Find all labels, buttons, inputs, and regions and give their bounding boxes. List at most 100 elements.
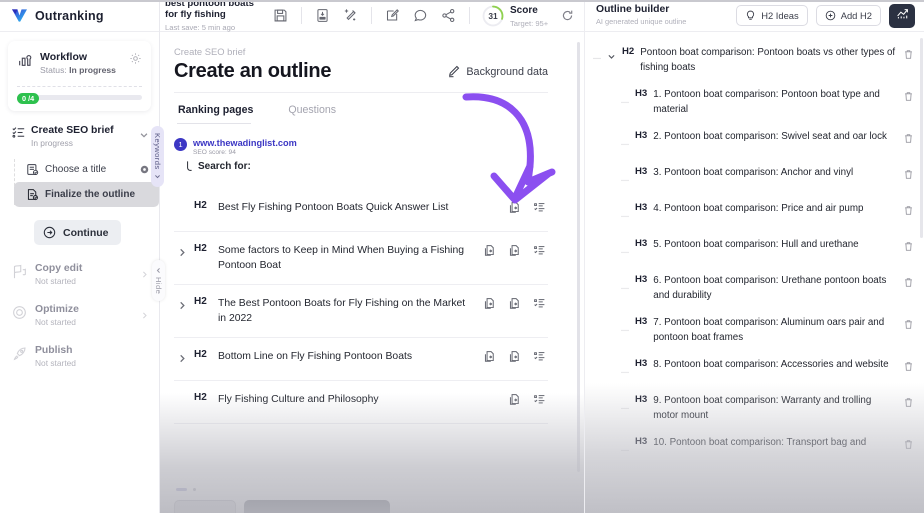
- outline-builder-row[interactable]: H3 6. Pontoon boat comparison: Urethane …: [589, 267, 920, 309]
- chevron-right-icon[interactable]: [178, 298, 187, 316]
- copy-to-outline-icon[interactable]: [508, 350, 521, 363]
- outline-builder-list: H2 Pontoon boat comparison: Pontoon boat…: [585, 32, 924, 513]
- share-icon[interactable]: [441, 8, 456, 23]
- outline-list-icon[interactable]: [533, 297, 546, 310]
- refresh-icon[interactable]: [561, 9, 574, 22]
- substep-list: Choose a title Finalize the outline Cont…: [12, 157, 159, 245]
- delete-icon[interactable]: [903, 437, 914, 455]
- delete-icon[interactable]: [903, 47, 914, 65]
- edit-note-icon[interactable]: [385, 8, 400, 23]
- outline-builder-scrollbar[interactable]: [920, 38, 923, 238]
- chevron-right-icon[interactable]: [178, 245, 187, 263]
- drag-handle-icon[interactable]: [621, 363, 629, 381]
- add-h2-button[interactable]: Add H2: [815, 5, 881, 26]
- drag-handle-icon[interactable]: [621, 135, 629, 153]
- heading-text: 7. Pontoon boat comparison: Aluminum oar…: [653, 317, 885, 343]
- outline-list-icon[interactable]: [533, 244, 546, 257]
- outline-builder-row[interactable]: H3 2. Pontoon boat comparison: Swivel se…: [589, 123, 920, 159]
- outline-builder-row[interactable]: H3 4. Pontoon boat comparison: Price and…: [589, 195, 920, 231]
- substep-label: Choose a title: [45, 164, 107, 175]
- step-header[interactable]: Create SEO brief In progress: [12, 125, 159, 148]
- drag-handle-icon[interactable]: [593, 49, 601, 67]
- copy-to-outline-icon[interactable]: [508, 297, 521, 310]
- drag-handle-icon[interactable]: [621, 279, 629, 297]
- gear-icon[interactable]: [129, 52, 142, 65]
- substep-choose-a-title[interactable]: Choose a title: [14, 157, 159, 182]
- outline-builder-row[interactable]: H3 7. Pontoon boat comparison: Aluminum …: [589, 309, 920, 351]
- window-chrome-bar: [0, 0, 924, 2]
- stage-copy-edit[interactable]: Copy edit Not started: [0, 263, 159, 286]
- insert-doc-icon[interactable]: [483, 244, 496, 257]
- delete-icon[interactable]: [903, 359, 914, 377]
- outline-builder-row[interactable]: H3 8. Pontoon boat comparison: Accessori…: [589, 351, 920, 387]
- delete-icon[interactable]: [903, 275, 914, 293]
- delete-icon[interactable]: [903, 131, 914, 149]
- insert-doc-icon[interactable]: [483, 350, 496, 363]
- delete-icon[interactable]: [903, 317, 914, 335]
- ai-wand-icon[interactable]: [343, 8, 358, 23]
- drag-handle-icon[interactable]: [621, 441, 629, 459]
- outranking-logo-icon: [11, 8, 28, 23]
- stage-publish[interactable]: Publish Not started: [0, 345, 159, 368]
- row-actions: [483, 201, 546, 214]
- delete-icon[interactable]: [903, 203, 914, 221]
- hide-panel-tab[interactable]: Hide: [152, 260, 165, 302]
- chevron-right-icon[interactable]: [140, 307, 149, 319]
- outline-row[interactable]: H2 Fly Fishing Culture and Philosophy: [174, 381, 548, 424]
- outline-list-icon[interactable]: [533, 393, 546, 406]
- drag-handle-icon[interactable]: [621, 399, 629, 417]
- analytics-button[interactable]: [889, 3, 915, 28]
- delete-icon[interactable]: [903, 239, 914, 257]
- delete-icon[interactable]: [903, 89, 914, 107]
- brand-header[interactable]: Outranking: [0, 0, 159, 32]
- stage-optimize[interactable]: Optimize Not started: [0, 304, 159, 327]
- chevron-right-icon[interactable]: [178, 351, 187, 369]
- substep-finalize-the-outline[interactable]: Finalize the outline: [14, 182, 159, 207]
- outline-builder-row[interactable]: H3 9. Pontoon boat comparison: Warranty …: [589, 387, 920, 429]
- workflow-divider: [17, 86, 142, 87]
- outline-builder-row[interactable]: H3 5. Pontoon boat comparison: Hull and …: [589, 231, 920, 267]
- chevron-right-icon[interactable]: [140, 266, 149, 278]
- comment-icon[interactable]: [413, 8, 428, 23]
- background-data-button[interactable]: Background data: [447, 65, 548, 78]
- ranking-page-row[interactable]: 1 www.thewadinglist.com SEO score: 94: [174, 138, 548, 156]
- drag-handle-icon[interactable]: [621, 207, 629, 225]
- ranking-page-url[interactable]: www.thewadinglist.com: [193, 138, 297, 149]
- outline-list-icon[interactable]: [533, 350, 546, 363]
- chevron-down-icon[interactable]: [607, 48, 616, 66]
- tab-questions[interactable]: Questions: [288, 104, 336, 124]
- drag-handle-icon[interactable]: [621, 243, 629, 261]
- h2-ideas-button[interactable]: H2 Ideas: [736, 5, 808, 26]
- drag-handle-icon[interactable]: [621, 171, 629, 189]
- save-icon[interactable]: [273, 8, 288, 23]
- outline-builder-row[interactable]: H2 Pontoon boat comparison: Pontoon boat…: [589, 39, 920, 81]
- drag-handle-icon[interactable]: [621, 321, 629, 339]
- outline-builder-row[interactable]: H3 3. Pontoon boat comparison: Anchor an…: [589, 159, 920, 195]
- brand-name: Outranking: [35, 8, 104, 23]
- insert-doc-icon[interactable]: [483, 297, 496, 310]
- export-doc-icon[interactable]: [315, 8, 330, 23]
- primary-button[interactable]: [244, 500, 390, 513]
- outline-row[interactable]: H2 The Best Pontoon Boats for Fly Fishin…: [174, 285, 548, 338]
- outline-builder-row[interactable]: H3 10. Pontoon boat comparison: Transpor…: [589, 429, 920, 465]
- outline-builder-subtitle: AI generated unique outline: [596, 17, 687, 26]
- delete-icon[interactable]: [903, 167, 914, 185]
- tab-ranking-pages[interactable]: Ranking pages: [178, 104, 253, 124]
- chevron-down-icon[interactable]: [139, 127, 149, 138]
- copy-to-outline-icon[interactable]: [508, 201, 521, 214]
- copy-to-outline-icon[interactable]: [508, 244, 521, 257]
- heading-tag: H2: [194, 243, 207, 254]
- continue-button[interactable]: Continue: [34, 220, 121, 245]
- outline-row[interactable]: H2 Bottom Line on Fly Fishing Pontoon Bo…: [174, 338, 548, 381]
- copy-to-outline-icon[interactable]: [508, 393, 521, 406]
- secondary-button[interactable]: [174, 500, 236, 513]
- outline-row[interactable]: H2 Best Fly Fishing Pontoon Boats Quick …: [174, 189, 548, 232]
- drag-handle-icon[interactable]: [621, 93, 629, 111]
- editor-scrollbar[interactable]: [577, 42, 580, 472]
- keywords-tab[interactable]: Keywords: [151, 126, 164, 187]
- outline-builder-row[interactable]: H3 1. Pontoon boat comparison: Pontoon b…: [589, 81, 920, 123]
- outline-row[interactable]: H2 Some factors to Keep in Mind When Buy…: [174, 232, 548, 285]
- heading-text: 9. Pontoon boat comparison: Warranty and…: [653, 395, 872, 421]
- delete-icon[interactable]: [903, 395, 914, 413]
- outline-list-icon[interactable]: [533, 201, 546, 214]
